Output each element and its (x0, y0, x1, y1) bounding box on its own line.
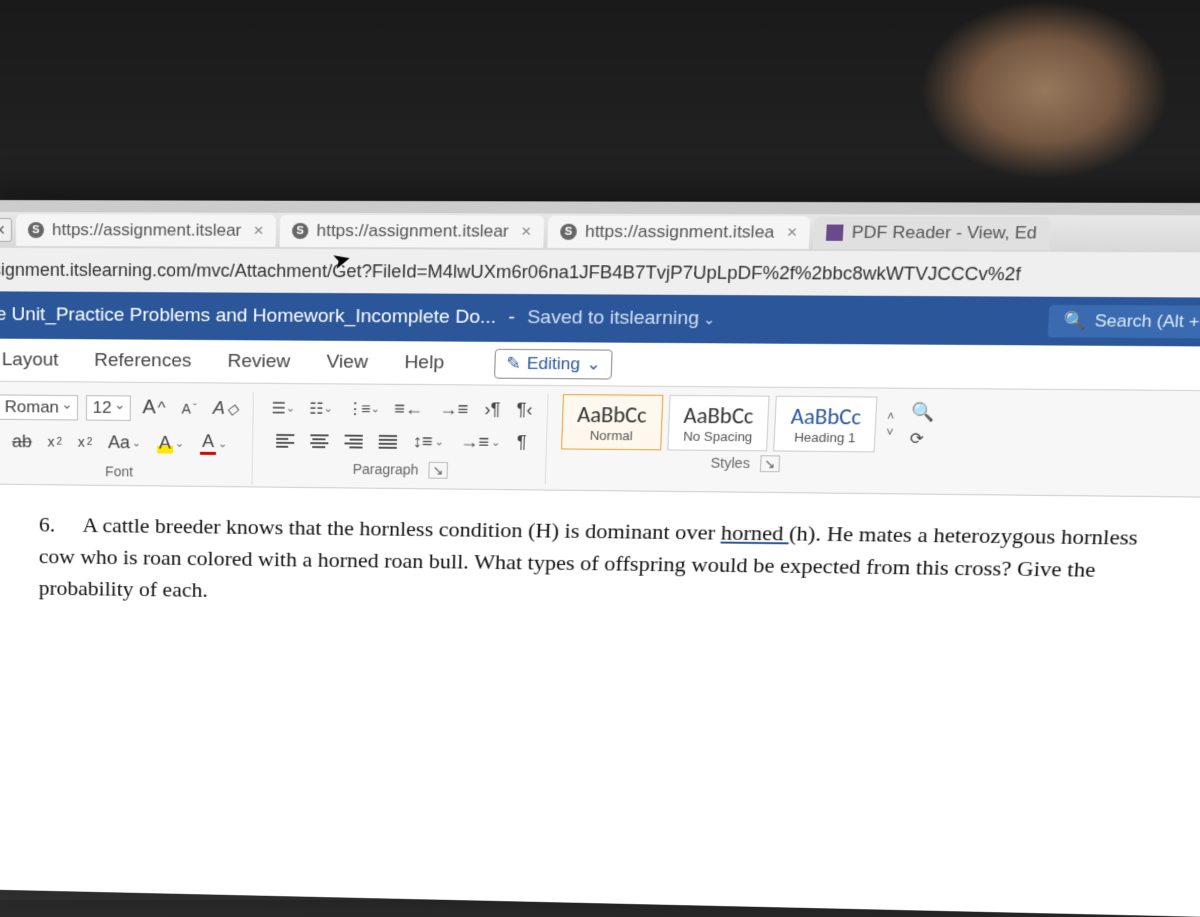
chevron-down-icon: ⌄ (586, 354, 601, 374)
tab-close-icon[interactable]: × (521, 222, 532, 242)
styles-dialog-launcher[interactable]: ↘ (760, 455, 780, 472)
change-case-button[interactable]: Aa⌄ (104, 430, 145, 455)
font-group: Roman 12 A^ Aˇ A◇ ab x2 x2 Aa⌄ A⌄ A⌄ Fon… (0, 389, 254, 484)
shrink-font-button[interactable]: Aˇ (177, 398, 200, 418)
styles-group-label: Styles (710, 455, 750, 471)
tab-title: https://assignment.itslear (52, 220, 242, 241)
style-no-spacing[interactable]: AaBbCc No Spacing (667, 395, 770, 451)
browser-tab[interactable]: S https://assignment.itslea × (547, 216, 810, 249)
tab-help[interactable]: Help (398, 342, 451, 384)
tab-title: https://assignment.itslea (585, 222, 775, 243)
text-run: A cattle breeder knows that the hornless… (82, 513, 721, 545)
tab-title: https://assignment.itslear (316, 221, 509, 242)
line-spacing-button[interactable]: ↕≡⌄ (408, 429, 448, 454)
search-icon: 🔍 (1063, 311, 1087, 331)
spellcheck-underline[interactable]: horned (720, 520, 789, 545)
background-person (920, 0, 1170, 180)
close-icon[interactable]: × (0, 218, 12, 242)
paragraph-dialog-launcher[interactable]: ↘ (428, 462, 448, 479)
address-text: signment.itslearning.com/mvc/Attachment/… (0, 259, 1021, 285)
editing-mode-button[interactable]: ✎ Editing ⌄ (494, 349, 612, 380)
chevron-down-icon[interactable]: ˅ (886, 426, 894, 440)
browser-tab-pdf[interactable]: PDF Reader - View, Ed (813, 216, 1050, 249)
word-title-bar: e Unit_Practice Problems and Homework_In… (0, 291, 1200, 346)
favicon-icon: S (560, 224, 577, 240)
styles-group: AaBbCc Normal AaBbCc No Spacing AaBbCc H… (550, 394, 946, 478)
find-icon[interactable]: 🔍 (911, 401, 936, 422)
superscript-button[interactable]: x2 (74, 432, 96, 452)
tab-references[interactable]: References (88, 340, 198, 382)
tab-close-icon[interactable]: × (253, 221, 263, 241)
style-heading-1[interactable]: AaBbCc Heading 1 (774, 396, 878, 453)
ribbon-toolbar: Roman 12 A^ Aˇ A◇ ab x2 x2 Aa⌄ A⌄ A⌄ Fon… (0, 382, 1200, 498)
highlight-button[interactable]: A⌄ (153, 430, 188, 455)
increase-indent-button[interactable]: →≡ (435, 397, 473, 422)
indent-spacing-button[interactable]: →≡⌄ (456, 430, 505, 455)
tab-review[interactable]: Review (221, 341, 296, 383)
browser-tab-strip: × S https://assignment.itslear × S https… (0, 200, 1200, 253)
align-center-button[interactable] (306, 430, 333, 452)
replace-icon[interactable]: ⟳ (909, 428, 933, 448)
tab-layout[interactable]: Layout (0, 340, 65, 382)
show-marks-button[interactable]: ¶ (512, 430, 531, 455)
pdf-icon (826, 225, 844, 241)
search-placeholder: Search (Alt + Q) (1094, 311, 1200, 332)
numbered-list-button[interactable]: ☷⌄ (305, 396, 335, 420)
tab-view[interactable]: View (320, 342, 374, 384)
align-justify-button[interactable] (374, 430, 401, 452)
tab-title: PDF Reader - View, Ed (851, 223, 1037, 244)
list-number: 6. (39, 508, 79, 540)
tab-close-icon[interactable]: × (786, 222, 797, 242)
rtl-button[interactable]: ¶‹ (512, 398, 537, 423)
style-normal[interactable]: AaBbCc Normal (561, 394, 663, 450)
align-right-button[interactable] (340, 430, 367, 452)
document-title: e Unit_Practice Problems and Homework_In… (0, 304, 497, 329)
save-status[interactable]: Saved to itslearning⌄ (527, 307, 716, 330)
screen-capture: × S https://assignment.itslear × S https… (0, 200, 1200, 917)
paragraph-group-label: Paragraph (352, 461, 418, 477)
styles-scroll[interactable]: ˄ ˅ (882, 410, 899, 440)
font-size-select[interactable]: 12 (86, 395, 131, 421)
browser-tab[interactable]: S https://assignment.itslear × (16, 214, 276, 247)
ltr-button[interactable]: ›¶ (480, 397, 505, 422)
clear-formatting-button[interactable]: A◇ (209, 396, 243, 421)
document-paragraph[interactable]: 6. A cattle breeder knows that the hornl… (39, 508, 1179, 619)
align-left-button[interactable] (272, 430, 298, 452)
favicon-icon: S (292, 223, 309, 239)
font-name-select[interactable]: Roman (0, 394, 78, 420)
browser-tab[interactable]: S https://assignment.itslear × (280, 215, 545, 248)
search-input[interactable]: 🔍 Search (Alt + Q) (1048, 305, 1200, 339)
subscript-button[interactable]: x2 (44, 432, 66, 452)
decrease-indent-button[interactable]: ≡← (390, 397, 428, 422)
address-bar[interactable]: signment.itslearning.com/mvc/Attachment/… (0, 248, 1200, 298)
document-body[interactable]: 6. A cattle breeder knows that the hornl… (0, 484, 1200, 643)
paragraph-group: ☰⌄ ☷⌄ ⋮≡⌄ ≡← →≡ ›¶ ¶‹ ↕≡⌄ →≡⌄ ¶ Paragrap… (256, 392, 548, 484)
font-color-button[interactable]: A⌄ (196, 429, 232, 457)
pen-icon: ✎ (506, 354, 521, 374)
strikethrough-button[interactable]: ab (8, 429, 36, 454)
font-group-label: Font (105, 460, 133, 484)
bullet-list-button[interactable]: ☰⌄ (267, 396, 297, 420)
multilevel-list-button[interactable]: ⋮≡⌄ (343, 397, 382, 421)
chevron-up-icon[interactable]: ˄ (887, 410, 895, 424)
chevron-down-icon: ⌄ (703, 311, 716, 327)
grow-font-button[interactable]: A^ (138, 395, 169, 422)
favicon-icon: S (28, 222, 44, 238)
